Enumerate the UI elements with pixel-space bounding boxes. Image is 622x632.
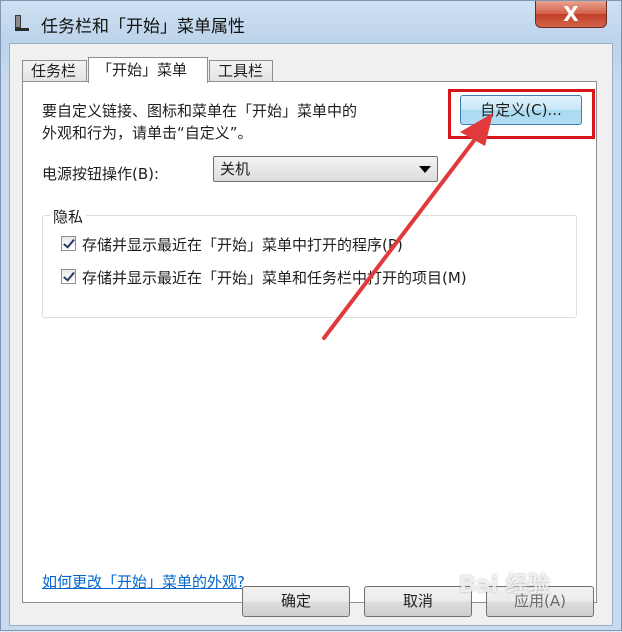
annotation-arrow [322, 113, 493, 340]
dialog-window: 任务栏和「开始」菜单属性 X 任务栏 「开始」菜单 工具栏 要自定义链接、图标和… [0, 0, 622, 631]
tab-start-menu[interactable]: 「开始」菜单 [88, 57, 208, 83]
watermark: Bai 经验 [459, 573, 550, 598]
